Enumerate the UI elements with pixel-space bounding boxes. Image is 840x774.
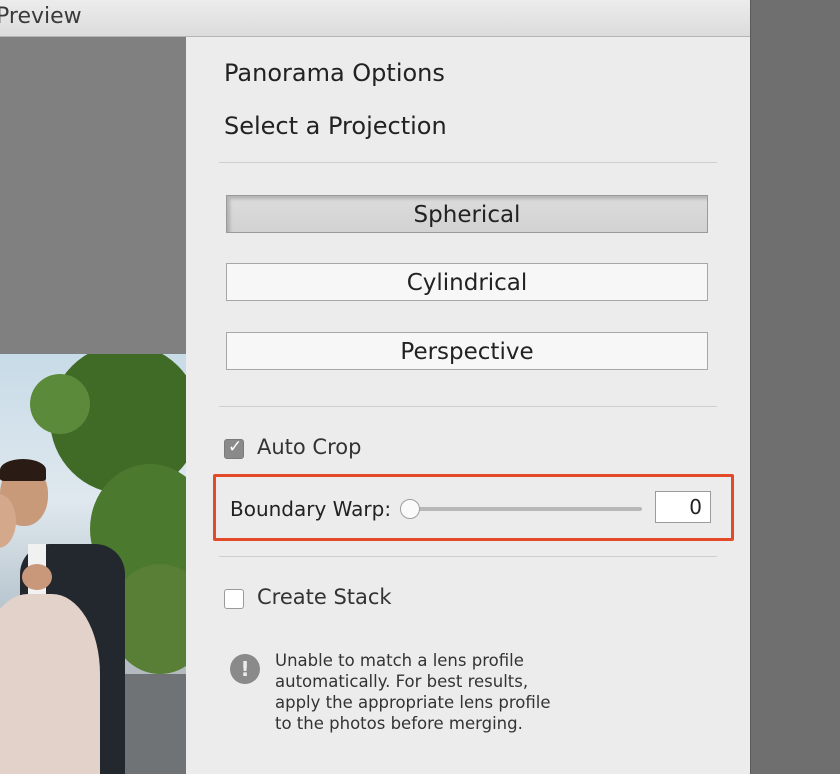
- spherical-button[interactable]: Spherical: [226, 195, 708, 233]
- warning-line: apply the appropriate lens profile: [275, 693, 551, 712]
- panorama-preview-image: [0, 354, 186, 774]
- window-title: Preview: [0, 4, 82, 29]
- projection-heading: Select a Projection: [224, 112, 447, 140]
- panorama-options-panel: Panorama Options Select a Projection Sph…: [186, 37, 750, 774]
- create-stack-checkbox[interactable]: [224, 589, 244, 609]
- auto-crop-label: Auto Crop: [257, 435, 362, 459]
- warning-line: to the photos before merging.: [275, 714, 523, 733]
- warning-line: Unable to match a lens profile: [275, 651, 524, 670]
- photo-merge-window: Preview Panorama Options Select a Projec…: [0, 0, 751, 774]
- checkmark-icon: ✓: [228, 437, 243, 457]
- panel-title: Panorama Options: [224, 59, 445, 87]
- create-stack-label: Create Stack: [257, 585, 392, 609]
- lens-profile-warning: Unable to match a lens profile automatic…: [275, 650, 585, 734]
- cylindrical-button[interactable]: Cylindrical: [226, 263, 708, 301]
- boundary-warp-slider-thumb[interactable]: [400, 499, 420, 519]
- boundary-warp-slider[interactable]: [408, 507, 642, 511]
- divider: [219, 162, 717, 163]
- warning-line: automatically. For best results,: [275, 672, 529, 691]
- boundary-warp-label: Boundary Warp:: [230, 497, 392, 521]
- exclamation-icon: !: [230, 654, 260, 684]
- auto-crop-checkbox[interactable]: ✓: [224, 437, 244, 459]
- divider: [219, 556, 717, 557]
- divider: [219, 406, 717, 407]
- title-bar: Preview: [0, 0, 750, 37]
- perspective-button[interactable]: Perspective: [226, 332, 708, 370]
- boundary-warp-value-field[interactable]: 0: [655, 491, 711, 523]
